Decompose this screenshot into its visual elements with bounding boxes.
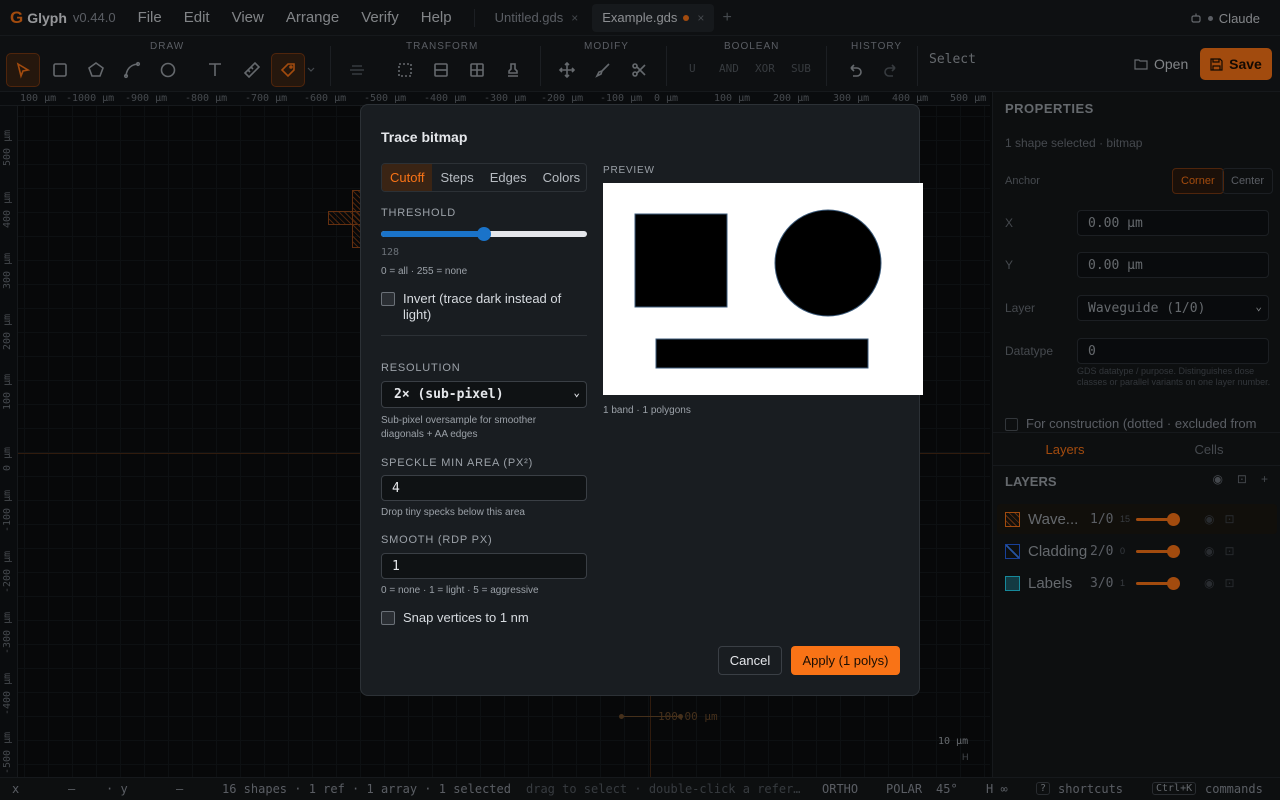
threshold-slider-fill [381, 231, 485, 237]
speckle-min-area-input[interactable]: 4 [381, 475, 587, 501]
snap-checkbox[interactable] [381, 611, 395, 625]
tab-steps[interactable]: Steps [432, 164, 481, 191]
smooth-hint: 0 = none · 1 = light · 5 = aggressive [381, 585, 539, 596]
speckle-hint: Drop tiny specks below this area [381, 507, 525, 518]
snap-checkbox-row[interactable]: Snap vertices to 1 nm [381, 610, 529, 626]
threshold-value: 128 [381, 247, 400, 258]
tab-edges[interactable]: Edges [482, 164, 535, 191]
speckle-label: SPECKLE MIN AREA (PX²) [381, 457, 534, 469]
resolution-hint: Sub-pixel oversample for smoother diagon… [381, 415, 537, 440]
tab-colors[interactable]: Colors [535, 164, 586, 191]
resolution-select[interactable]: 2× (sub-pixel) ⌄ [381, 381, 587, 408]
apply-button[interactable]: Apply (1 polys) [791, 646, 900, 675]
trace-preview [603, 183, 923, 395]
invert-label: Invert (trace dark instead of light) [403, 291, 562, 322]
preview-info: 1 band · 1 polygons [603, 405, 691, 416]
preview-polygons [634, 209, 882, 369]
smooth-label: SMOOTH (RDP PX) [381, 534, 493, 546]
section-divider [381, 335, 587, 336]
snap-label: Snap vertices to 1 nm [403, 610, 529, 625]
invert-checkbox[interactable] [381, 292, 395, 306]
resolution-select-value: 2× (sub-pixel) [394, 387, 504, 402]
smooth-input[interactable]: 1 [381, 553, 587, 579]
threshold-slider-knob[interactable] [477, 227, 492, 241]
invert-checkbox-row[interactable]: Invert (trace dark instead of light) [381, 291, 581, 323]
dialog-title: Trace bitmap [381, 129, 468, 145]
threshold-label: THRESHOLD [381, 207, 457, 219]
chevron-down-icon: ⌄ [573, 386, 580, 399]
threshold-slider[interactable] [381, 227, 587, 241]
dialog-tabs: Cutoff Steps Edges Colors [381, 163, 587, 192]
preview-square [634, 213, 728, 308]
trace-bitmap-dialog: Trace bitmap Cutoff Steps Edges Colors T… [360, 104, 923, 696]
preview-label: PREVIEW [603, 165, 655, 176]
resolution-label: RESOLUTION [381, 362, 461, 374]
preview-circle [774, 209, 882, 317]
tab-cutoff[interactable]: Cutoff [382, 164, 433, 191]
cancel-button[interactable]: Cancel [718, 646, 782, 675]
threshold-hint: 0 = all · 255 = none [381, 266, 468, 277]
preview-bar [655, 338, 869, 369]
